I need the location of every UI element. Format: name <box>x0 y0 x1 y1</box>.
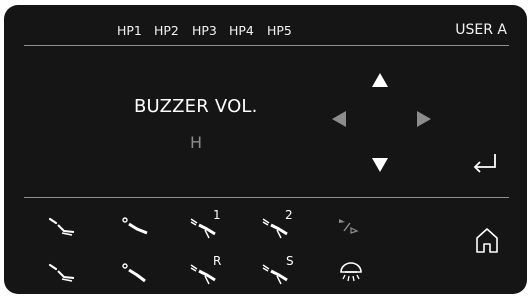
triangle-up-icon[interactable] <box>371 72 389 88</box>
triangle-left-icon[interactable] <box>331 110 347 128</box>
tab-hp5[interactable]: HP5 <box>267 23 292 38</box>
tab-hp1[interactable]: HP1 <box>117 23 142 38</box>
setting-title: BUZZER VOL. <box>134 96 258 117</box>
triangle-down-icon[interactable] <box>371 157 389 173</box>
home-icon[interactable] <box>469 225 505 255</box>
instrument-tag-r: R <box>213 254 222 268</box>
footer-divider <box>24 197 509 198</box>
tab-hp3[interactable]: HP3 <box>192 23 217 38</box>
enter-return-icon[interactable] <box>471 152 499 174</box>
scaler-handpiece-icon[interactable] <box>44 211 80 241</box>
tab-hp4[interactable]: HP4 <box>229 23 254 38</box>
scaler-handpiece-2-icon[interactable] <box>44 257 80 287</box>
operating-light-icon[interactable] <box>333 257 369 287</box>
tab-hp2[interactable]: HP2 <box>154 23 179 38</box>
user-label[interactable]: USER A <box>455 22 507 38</box>
control-panel-screen: HP1 HP2 HP3 HP4 HP5 USER A BUZZER VOL. H <box>4 5 527 294</box>
motor-handpiece-icon[interactable] <box>117 211 153 241</box>
triangle-right-icon[interactable] <box>416 110 432 128</box>
setting-value: H <box>190 133 203 152</box>
header-divider <box>24 45 509 46</box>
syringe-icon <box>333 211 369 241</box>
instrument-tag-s: S <box>286 254 294 268</box>
motor-handpiece-2-icon[interactable] <box>117 257 153 287</box>
instrument-tag-1: 1 <box>213 208 221 222</box>
instrument-tag-2: 2 <box>285 208 293 222</box>
